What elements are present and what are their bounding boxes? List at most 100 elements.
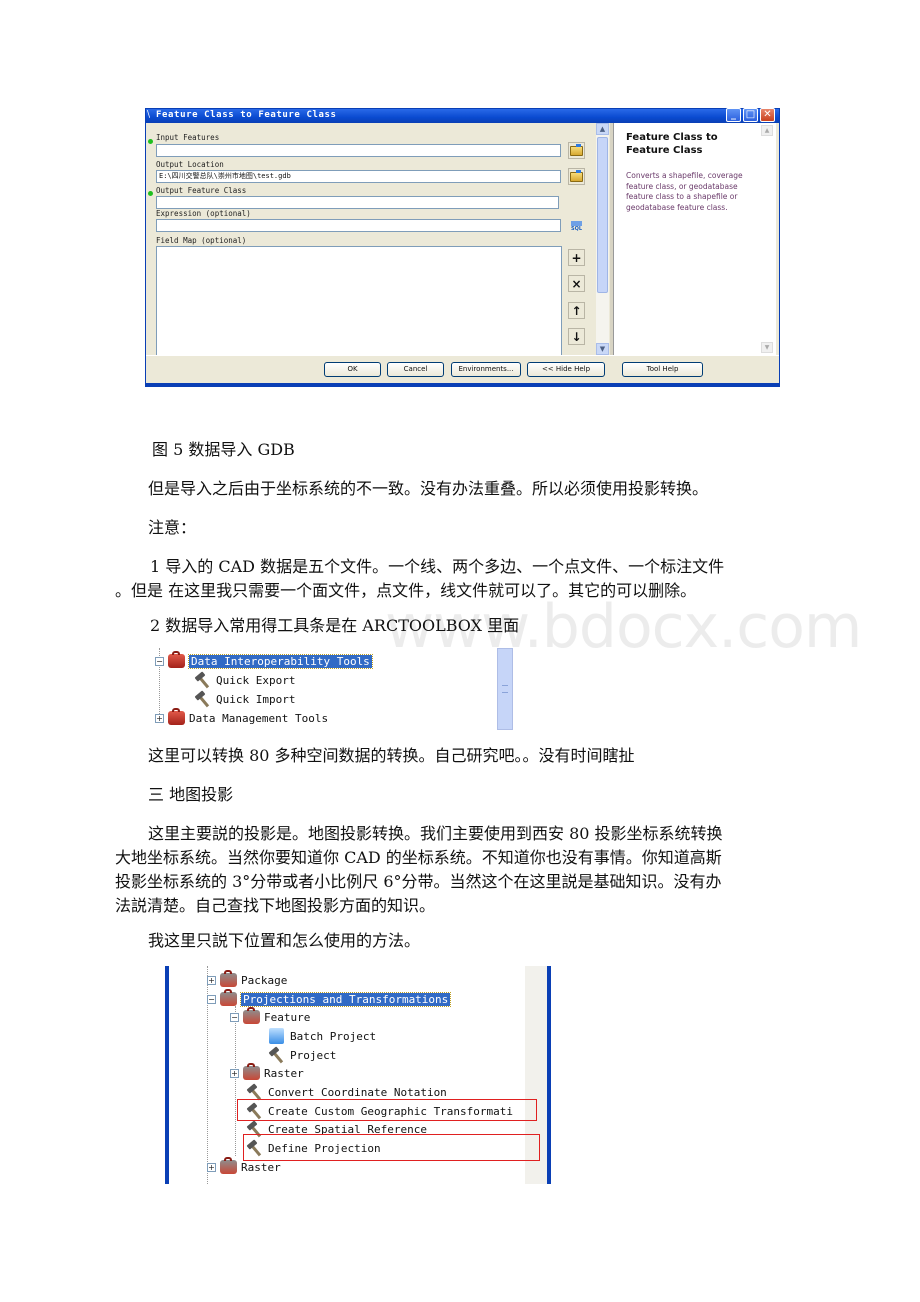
arctoolbox-tree-data-interop: − Data Interoperability Tools Quick Expo…: [150, 648, 518, 730]
tree-item-label: Feature: [264, 1010, 311, 1024]
browse-input-button[interactable]: [568, 142, 585, 159]
highlight-box-custom-transformation: [237, 1099, 537, 1121]
input-features-field[interactable]: [156, 144, 561, 157]
tree-item[interactable]: Quick Import: [194, 690, 295, 708]
tree-item[interactable]: Quick Export: [194, 671, 295, 689]
expand-icon[interactable]: +: [155, 713, 164, 723]
arrow-down-icon: ↓: [571, 329, 582, 344]
add-field-button[interactable]: +: [568, 249, 585, 266]
ok-button[interactable]: OK: [324, 362, 381, 377]
tree-item[interactable]: − Projections and Transformations: [207, 989, 452, 1008]
output-location-label: Output Location: [156, 160, 224, 169]
title-bar: \ Feature Class to Feature Class _ □ ✕: [146, 108, 779, 123]
note-1-line-1: 1 导入的 CAD 数据是五个文件。一个线、两个多边、一个点文件、一个标注文件: [150, 557, 725, 576]
toolbox-icon: [168, 708, 185, 725]
tree-scrollbar[interactable]: [497, 648, 513, 730]
required-indicator-icon: [148, 191, 153, 196]
tree-item[interactable]: Batch Project: [269, 1027, 376, 1045]
figure-caption: 图 5 数据导入 GDB: [152, 440, 295, 459]
help-scroll-up-icon[interactable]: ▲: [761, 125, 773, 136]
tree-item-label: Data Interoperability Tools: [188, 653, 373, 669]
expand-icon[interactable]: +: [207, 975, 216, 985]
tree-item-label: Package: [241, 973, 288, 987]
script-icon: [269, 1028, 284, 1044]
collapse-icon[interactable]: −: [207, 994, 216, 1004]
scroll-grip-icon: [502, 685, 508, 693]
arrow-up-icon: ↑: [571, 303, 582, 318]
expression-label: Expression (optional): [156, 209, 251, 218]
hammer-tool-icon: [194, 691, 211, 708]
toolset-icon: [243, 1063, 260, 1080]
output-location-field[interactable]: E:\四川交警总队\崇州市地图\test.gdb: [156, 170, 561, 183]
expand-icon[interactable]: +: [230, 1068, 239, 1078]
help-scrollbar[interactable]: ▲ ▼: [761, 125, 773, 353]
sql-icon: SQL: [571, 220, 582, 233]
environments-button[interactable]: Environments...: [451, 362, 521, 377]
help-scroll-down-icon[interactable]: ▼: [761, 342, 773, 353]
tree-item-label: Quick Export: [216, 673, 296, 687]
note-1-line-2: 。但是 在这里我只需要一个面文件，点文件，线文件就可以了。其它的可以删除。: [115, 581, 697, 600]
note-2: 2 数据导入常用得工具条是在 ARCTOOLBOX 里面: [150, 616, 520, 635]
collapse-icon[interactable]: −: [230, 1012, 239, 1022]
parameters-pane: Input Features Output Location E:\四川交警总队…: [146, 123, 608, 356]
sql-button[interactable]: SQL: [568, 218, 585, 235]
tree-item[interactable]: + Data Management Tools: [155, 708, 329, 727]
toolbox-icon: [168, 651, 185, 668]
input-features-label: Input Features: [156, 133, 220, 142]
hide-help-button[interactable]: << Hide Help: [527, 362, 605, 377]
close-button[interactable]: ✕: [760, 108, 775, 122]
paragraph-line: 这里主要説的投影是。地图投影转换。我们主要使用到西安 80 投影坐标系统转换: [148, 824, 723, 843]
minimize-button[interactable]: _: [726, 108, 741, 122]
required-indicator-icon: [148, 139, 153, 144]
parameters-scrollbar[interactable]: ▲ ▼: [596, 123, 609, 355]
output-feature-class-label: Output Feature Class: [156, 186, 247, 195]
open-folder-icon: [570, 143, 583, 156]
delete-icon: ×: [571, 276, 582, 291]
highlight-box-define-projection: [243, 1134, 540, 1161]
help-title: Feature Class to Feature Class: [626, 132, 718, 156]
tree-item-label: Project: [290, 1048, 337, 1062]
hammer-tool-icon: [246, 1084, 263, 1101]
toolset-icon: [243, 1007, 260, 1024]
browse-output-button[interactable]: [568, 168, 585, 185]
expand-icon[interactable]: +: [207, 1162, 216, 1172]
help-description: Converts a shapefile, coverage feature c…: [626, 171, 743, 212]
scroll-down-icon[interactable]: ▼: [596, 343, 609, 355]
paragraph-line: 法説清楚。自己查找下地图投影方面的知识。: [115, 896, 436, 915]
tree-item[interactable]: + Raster: [230, 1063, 304, 1082]
collapse-icon[interactable]: −: [155, 656, 164, 666]
move-down-button[interactable]: ↓: [568, 328, 585, 345]
dialog-title: Feature Class to Feature Class: [156, 110, 337, 120]
tree-item-label: Raster: [241, 1160, 281, 1174]
scroll-thumb[interactable]: [597, 137, 608, 293]
toolset-icon: [220, 1157, 237, 1174]
arctoolbox-tree-projections: + Package − Projections and Transformati…: [165, 966, 551, 1184]
tree-item-label: Projections and Transformations: [239, 991, 452, 1007]
tree-item[interactable]: Project: [268, 1046, 336, 1064]
field-map-list[interactable]: [156, 246, 562, 356]
toolset-icon: [220, 970, 237, 987]
maximize-button[interactable]: □: [743, 108, 758, 122]
hammer-tool-icon: [268, 1047, 285, 1064]
output-feature-class-field[interactable]: [156, 196, 559, 209]
tree-item-label: Batch Project: [290, 1029, 377, 1043]
plus-icon: +: [571, 250, 582, 265]
note-heading: 注意：: [148, 518, 197, 537]
remove-field-button[interactable]: ×: [568, 275, 585, 292]
tool-help-button[interactable]: Tool Help: [622, 362, 703, 377]
move-up-button[interactable]: ↑: [568, 302, 585, 319]
toolset-icon: [220, 989, 237, 1006]
scroll-up-icon[interactable]: ▲: [596, 123, 609, 135]
hammer-tool-icon: [194, 672, 211, 689]
paragraph: 我这里只説下位置和怎么使用的方法。: [148, 931, 421, 950]
cancel-button[interactable]: Cancel: [387, 362, 444, 377]
tree-item[interactable]: − Feature: [230, 1007, 311, 1026]
tree-item-label: Convert Coordinate Notation: [268, 1085, 447, 1099]
expression-field[interactable]: [156, 219, 561, 232]
tree-item[interactable]: − Data Interoperability Tools: [155, 651, 373, 670]
paragraph: 这里可以转换 80 多种空间数据的转换。自己研究吧。。没有时间瞎扯: [148, 746, 635, 765]
tool-icon: \: [147, 110, 151, 120]
tree-item[interactable]: + Package: [207, 970, 288, 989]
tree-item-label: Data Management Tools: [189, 711, 329, 725]
browse-folder-icon: [570, 169, 583, 182]
